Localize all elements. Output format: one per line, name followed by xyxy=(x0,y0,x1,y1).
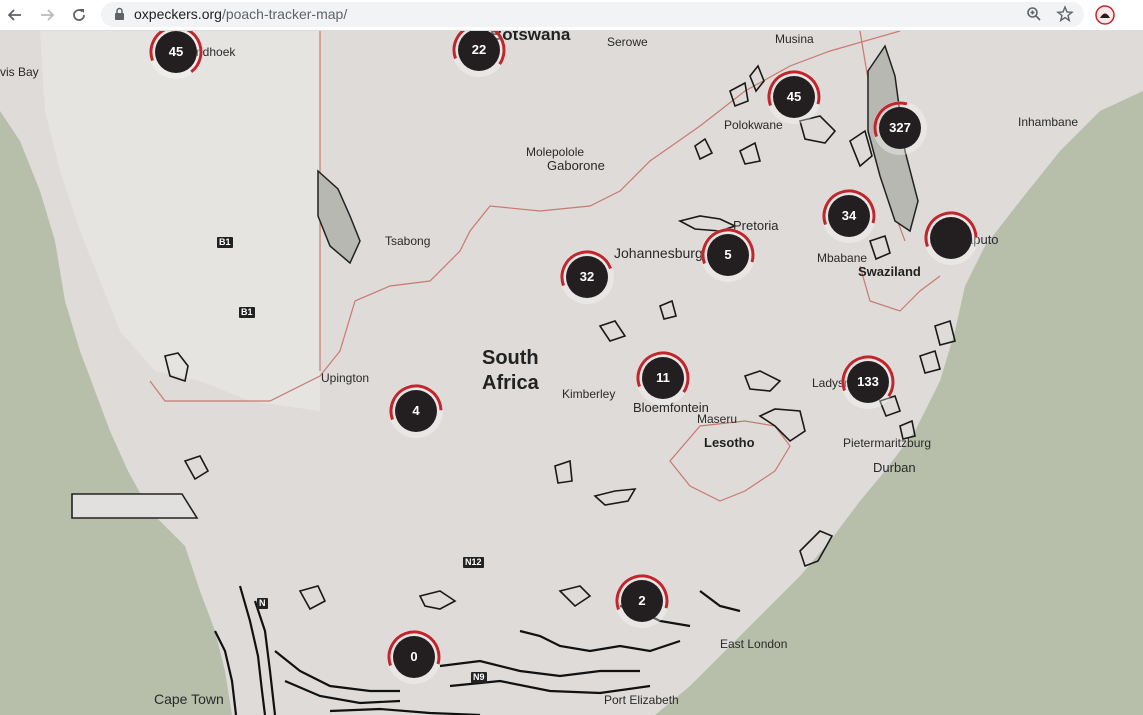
cluster-count: 45 xyxy=(786,89,802,104)
city-port-elizabeth: Port Elizabeth xyxy=(604,693,679,707)
extension-avatar-icon[interactable] xyxy=(1095,5,1115,25)
cluster-marker-free-state[interactable]: 11 xyxy=(634,349,692,407)
road-shield-b1: B1 xyxy=(239,307,255,318)
city-tsabong: Tsabong xyxy=(385,234,431,248)
city-pietermaritzburg: Pietermaritzburg xyxy=(843,436,932,450)
url-text: oxpeckers.org/poach-tracker-map/ xyxy=(134,6,347,22)
cluster-marker-johannesburg-west[interactable]: 32 xyxy=(558,248,616,306)
browser-toolbar: oxpeckers.org/poach-tracker-map/ xyxy=(0,0,1143,31)
city-walvis-bay: vis Bay xyxy=(0,65,39,79)
protected-zone-rectangle xyxy=(71,493,199,519)
cluster-count: 5 xyxy=(724,247,732,262)
cluster-count: 0 xyxy=(410,649,418,664)
forward-arrow-icon[interactable] xyxy=(36,4,58,26)
cluster-ring-icon xyxy=(924,211,978,265)
city-inhambane: Inhambane xyxy=(1018,115,1079,129)
cluster-marker-kruger[interactable]: 327 xyxy=(871,99,929,157)
cluster-marker-johannesburg-east[interactable]: 5 xyxy=(699,226,757,284)
city-cape-town: Cape Town xyxy=(154,691,224,707)
city-kimberley: Kimberley xyxy=(562,387,616,401)
cluster-marker-eastern-cape[interactable]: 2 xyxy=(613,572,671,630)
city-johannesburg: Johannesburg xyxy=(614,245,703,261)
cluster-marker-windhoek[interactable]: 45 xyxy=(147,31,205,81)
city-durban: Durban xyxy=(873,460,916,475)
road-shield-b1: B1 xyxy=(217,237,233,248)
cluster-marker-mpumalanga[interactable]: 34 xyxy=(820,187,878,245)
poach-tracker-map[interactable]: ndhoek vis Bay Botswana Serowe Musina Po… xyxy=(0,31,1143,715)
url-path: /poach-tracker-map/ xyxy=(221,6,348,22)
map-basemap[interactable] xyxy=(0,31,1143,715)
cluster-marker-musina[interactable]: 45 xyxy=(765,68,823,126)
city-serowe: Serowe xyxy=(607,35,648,49)
cluster-count: 4 xyxy=(412,403,420,418)
cluster-count: 2 xyxy=(638,593,646,608)
country-south-africa: South Africa xyxy=(482,347,539,394)
cluster-marker-northern-cape[interactable]: 4 xyxy=(387,382,445,440)
city-east-london: East London xyxy=(720,637,788,651)
cluster-count: 22 xyxy=(471,42,487,57)
cluster-count: 34 xyxy=(841,208,857,223)
reload-icon[interactable] xyxy=(68,4,90,26)
cluster-marker-kwazulu-natal[interactable]: 133 xyxy=(839,353,897,411)
road-shield-n9: N9 xyxy=(471,672,487,683)
address-bar[interactable]: oxpeckers.org/poach-tracker-map/ xyxy=(101,2,1084,27)
city-gaborone: Gaborone xyxy=(547,158,605,173)
country-swaziland: Swaziland xyxy=(858,264,921,279)
zoom-icon[interactable] xyxy=(1026,6,1042,22)
country-lesotho: Lesotho xyxy=(704,435,755,450)
cluster-count: 133 xyxy=(857,374,879,389)
city-maseru: Maseru xyxy=(697,412,738,426)
city-musina: Musina xyxy=(775,32,814,46)
bookmark-star-icon[interactable] xyxy=(1056,5,1074,23)
road-shield-n: N xyxy=(257,598,268,609)
road-shield-n12: N12 xyxy=(463,557,484,568)
cluster-count: 327 xyxy=(889,120,911,135)
cluster-marker-maputo[interactable] xyxy=(922,209,980,267)
cluster-count: 32 xyxy=(579,269,595,284)
cluster-count: 11 xyxy=(656,370,670,385)
city-upington: Upington xyxy=(321,371,370,385)
cluster-disc xyxy=(930,217,972,259)
back-arrow-icon[interactable] xyxy=(4,4,26,26)
city-molepolole: Molepolole xyxy=(526,145,585,159)
cluster-count: 45 xyxy=(168,44,184,59)
city-mbabane: Mbabane xyxy=(817,251,868,265)
url-domain: oxpeckers.org xyxy=(134,6,222,22)
cluster-marker-western-cape[interactable]: 0 xyxy=(385,628,443,686)
cluster-marker-botswana[interactable]: 22 xyxy=(450,31,508,79)
lock-icon xyxy=(115,7,124,20)
